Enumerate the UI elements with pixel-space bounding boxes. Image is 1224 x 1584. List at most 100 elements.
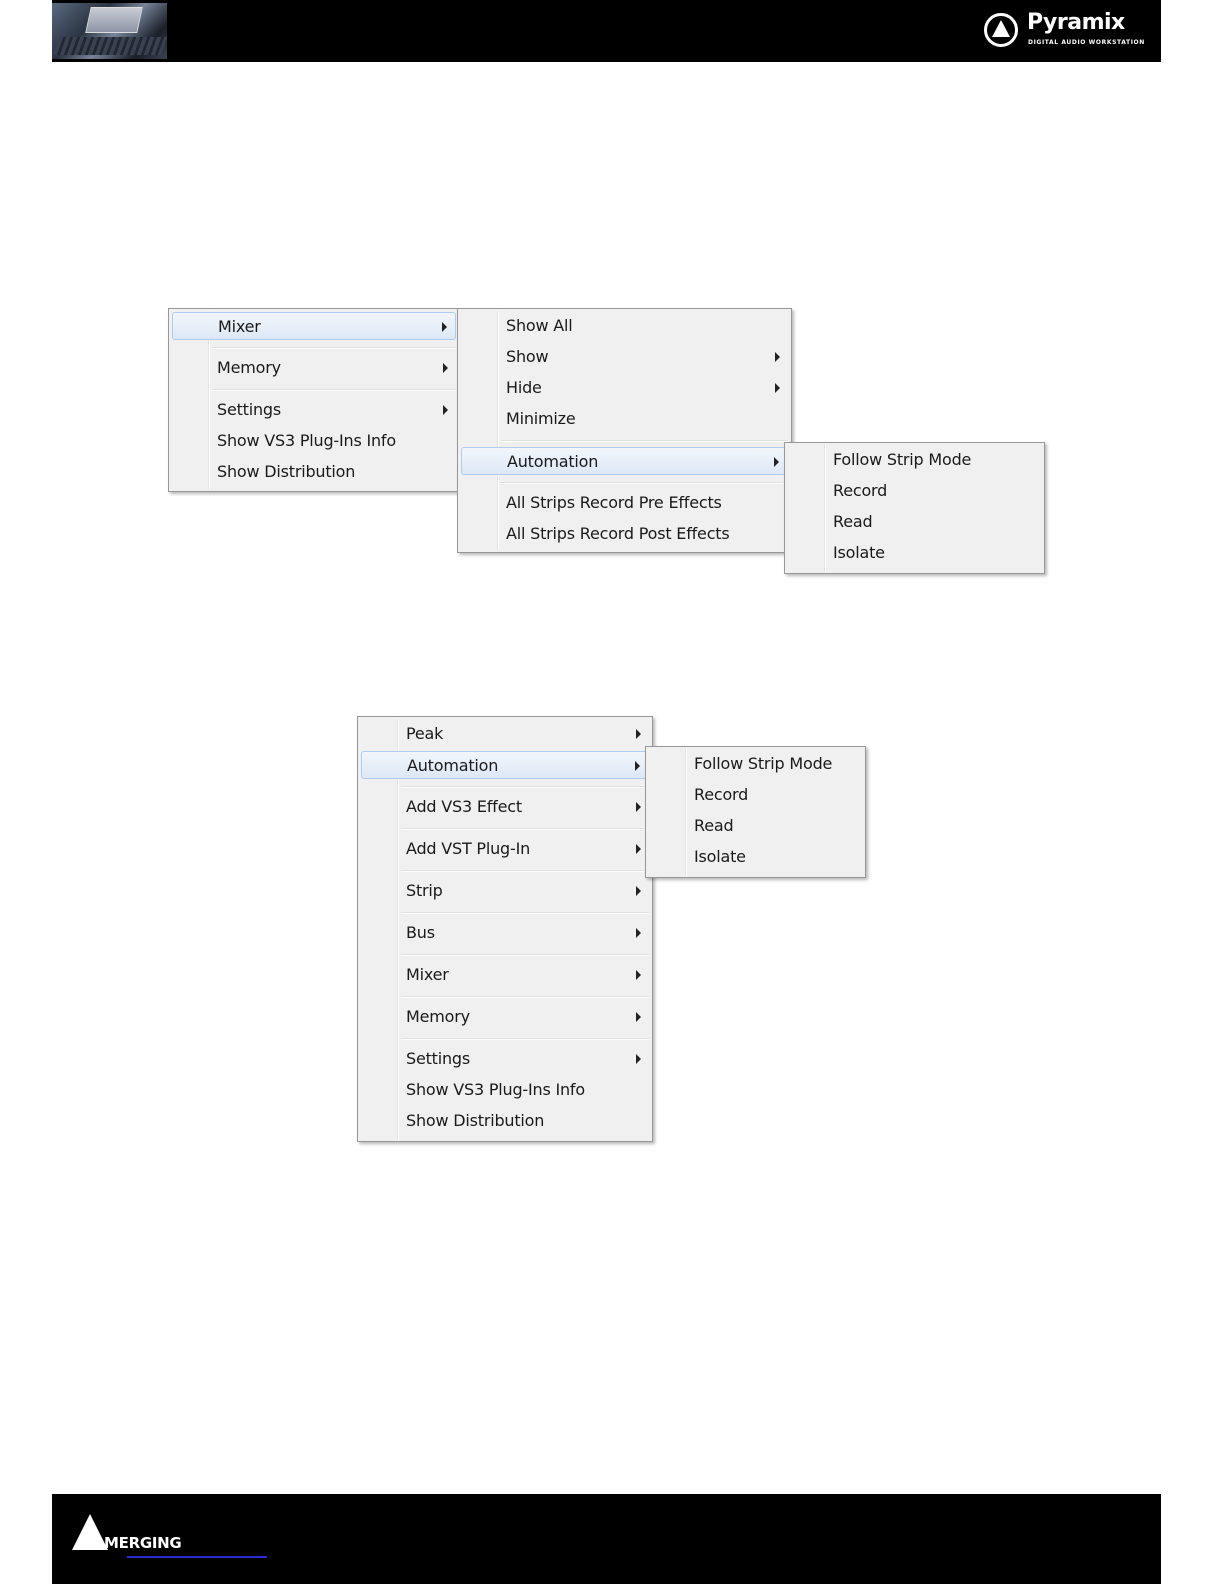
automation-submenu-2: Follow Strip Mode Record Read Isolate — [645, 746, 866, 878]
submenu-arrow-icon — [443, 363, 448, 373]
menu-item-automation[interactable]: Automation — [361, 751, 649, 779]
menu-separator — [401, 954, 649, 956]
page-footer: MERGING — [52, 1494, 1161, 1584]
submenu-arrow-icon — [775, 383, 780, 393]
menu-item-settings[interactable]: Settings — [361, 1045, 649, 1073]
menu-item-label: Record — [833, 481, 888, 500]
menu-item-all-strips-record-pre-effects[interactable]: All Strips Record Pre Effects — [461, 489, 788, 517]
menu-item-label: Isolate — [833, 543, 885, 562]
menu-separator — [401, 786, 649, 788]
menu-separator — [401, 870, 649, 872]
menu-item-label: Settings — [406, 1049, 471, 1068]
menu-item-minimize[interactable]: Minimize — [461, 405, 788, 433]
menu-item-peak[interactable]: Peak — [361, 720, 649, 748]
submenu-arrow-icon — [636, 928, 641, 938]
menu-item-show-vs3-plugins-info[interactable]: Show VS3 Plug-Ins Info — [172, 427, 456, 455]
menu-item-bus[interactable]: Bus — [361, 919, 649, 947]
menu-item-label: Isolate — [694, 847, 746, 866]
menu-item-add-vst-plugin[interactable]: Add VST Plug-In — [361, 835, 649, 863]
submenu-arrow-icon — [443, 405, 448, 415]
menu-item-label: Hide — [506, 378, 542, 397]
menu-item-read[interactable]: Read — [649, 812, 862, 840]
monitor-screen — [85, 7, 143, 33]
page-header: Pyramix DIGITAL AUDIO WORKSTATION — [52, 0, 1161, 62]
brand-name: Pyramix — [1027, 10, 1125, 35]
menu-item-follow-strip-mode[interactable]: Follow Strip Mode — [788, 446, 1041, 474]
menu-item-label: Show VS3 Plug-Ins Info — [217, 431, 396, 450]
menu-separator — [401, 828, 649, 830]
submenu-arrow-icon — [636, 729, 641, 739]
menu-item-isolate[interactable]: Isolate — [649, 843, 862, 871]
menu-item-show-distribution[interactable]: Show Distribution — [172, 458, 456, 486]
menu-item-label: Show VS3 Plug-Ins Info — [406, 1080, 585, 1099]
menu-item-label: Bus — [406, 923, 435, 942]
menu-item-show-distribution[interactable]: Show Distribution — [361, 1107, 649, 1135]
menu-item-show-vs3-plugins-info[interactable]: Show VS3 Plug-Ins Info — [361, 1076, 649, 1104]
context-menu-2: Peak Automation Add VS3 Effect Add VST P… — [357, 716, 653, 1142]
menu-item-label: Add VS3 Effect — [406, 797, 522, 816]
menu-item-add-vs3-effect[interactable]: Add VS3 Effect — [361, 793, 649, 821]
menu-item-strip[interactable]: Strip — [361, 877, 649, 905]
menu-item-isolate[interactable]: Isolate — [788, 539, 1041, 567]
company-name: MERGING — [104, 1534, 182, 1552]
menu-separator — [401, 912, 649, 914]
menu-item-follow-strip-mode[interactable]: Follow Strip Mode — [649, 750, 862, 778]
menu-separator — [501, 482, 788, 484]
menu-item-label: Read — [833, 512, 873, 531]
menu-item-label: Automation — [407, 756, 499, 775]
menu-item-label: Show All — [506, 316, 573, 335]
footer-link-underline[interactable] — [127, 1556, 267, 1558]
menu-separator — [212, 389, 456, 391]
menu-item-label: Memory — [406, 1007, 470, 1026]
menu-separator — [501, 440, 788, 442]
menu-item-mixer[interactable]: Mixer — [172, 312, 456, 340]
menu-item-show-all[interactable]: Show All — [461, 312, 788, 340]
menu-item-label: Show — [506, 347, 549, 366]
menu-item-label: Show Distribution — [217, 462, 356, 481]
menu-item-label: All Strips Record Pre Effects — [506, 493, 722, 512]
menu-item-label: Show Distribution — [406, 1111, 545, 1130]
submenu-arrow-icon — [636, 844, 641, 854]
menu-item-label: Follow Strip Mode — [694, 754, 833, 773]
menu-item-label: Record — [694, 785, 749, 804]
menu-item-record[interactable]: Record — [649, 781, 862, 809]
menu-separator — [212, 347, 456, 349]
menu-item-show[interactable]: Show — [461, 343, 788, 371]
context-menu-1: Mixer Memory Settings Show VS3 Plug-Ins … — [168, 308, 460, 492]
pyramix-brand: Pyramix DIGITAL AUDIO WORKSTATION — [983, 10, 1145, 50]
menu-item-label: Settings — [217, 400, 282, 419]
submenu-arrow-icon — [636, 970, 641, 980]
menu-item-read[interactable]: Read — [788, 508, 1041, 536]
menu-item-label: Mixer — [218, 317, 261, 336]
menu-item-memory[interactable]: Memory — [172, 354, 456, 382]
submenu-arrow-icon — [442, 322, 447, 332]
menu-item-record[interactable]: Record — [788, 477, 1041, 505]
menu-item-label: Minimize — [506, 409, 576, 428]
menu-item-automation[interactable]: Automation — [461, 447, 788, 475]
brand-tagline: DIGITAL AUDIO WORKSTATION — [1028, 39, 1145, 46]
menu-item-memory[interactable]: Memory — [361, 1003, 649, 1031]
menu-item-settings[interactable]: Settings — [172, 396, 456, 424]
menu-item-hide[interactable]: Hide — [461, 374, 788, 402]
menu-item-label: Memory — [217, 358, 281, 377]
menu-item-label: Follow Strip Mode — [833, 450, 972, 469]
submenu-arrow-icon — [636, 802, 641, 812]
menu-item-label: All Strips Record Post Effects — [506, 524, 730, 543]
pyramix-logo-icon — [984, 13, 1018, 47]
menu-separator — [401, 1038, 649, 1040]
menu-item-label: Mixer — [406, 965, 449, 984]
menu-item-all-strips-record-post-effects[interactable]: All Strips Record Post Effects — [461, 520, 788, 548]
submenu-arrow-icon — [774, 457, 779, 467]
submenu-arrow-icon — [635, 761, 640, 771]
automation-submenu-1: Follow Strip Mode Record Read Isolate — [784, 442, 1045, 574]
submenu-arrow-icon — [775, 352, 780, 362]
mixing-desk — [52, 37, 167, 55]
submenu-arrow-icon — [636, 1054, 641, 1064]
menu-item-label: Add VST Plug-In — [406, 839, 531, 858]
menu-item-label: Automation — [507, 452, 599, 471]
header-photo — [52, 3, 167, 59]
submenu-arrow-icon — [636, 1012, 641, 1022]
menu-item-label: Strip — [406, 881, 443, 900]
menu-separator — [401, 996, 649, 998]
menu-item-mixer[interactable]: Mixer — [361, 961, 649, 989]
